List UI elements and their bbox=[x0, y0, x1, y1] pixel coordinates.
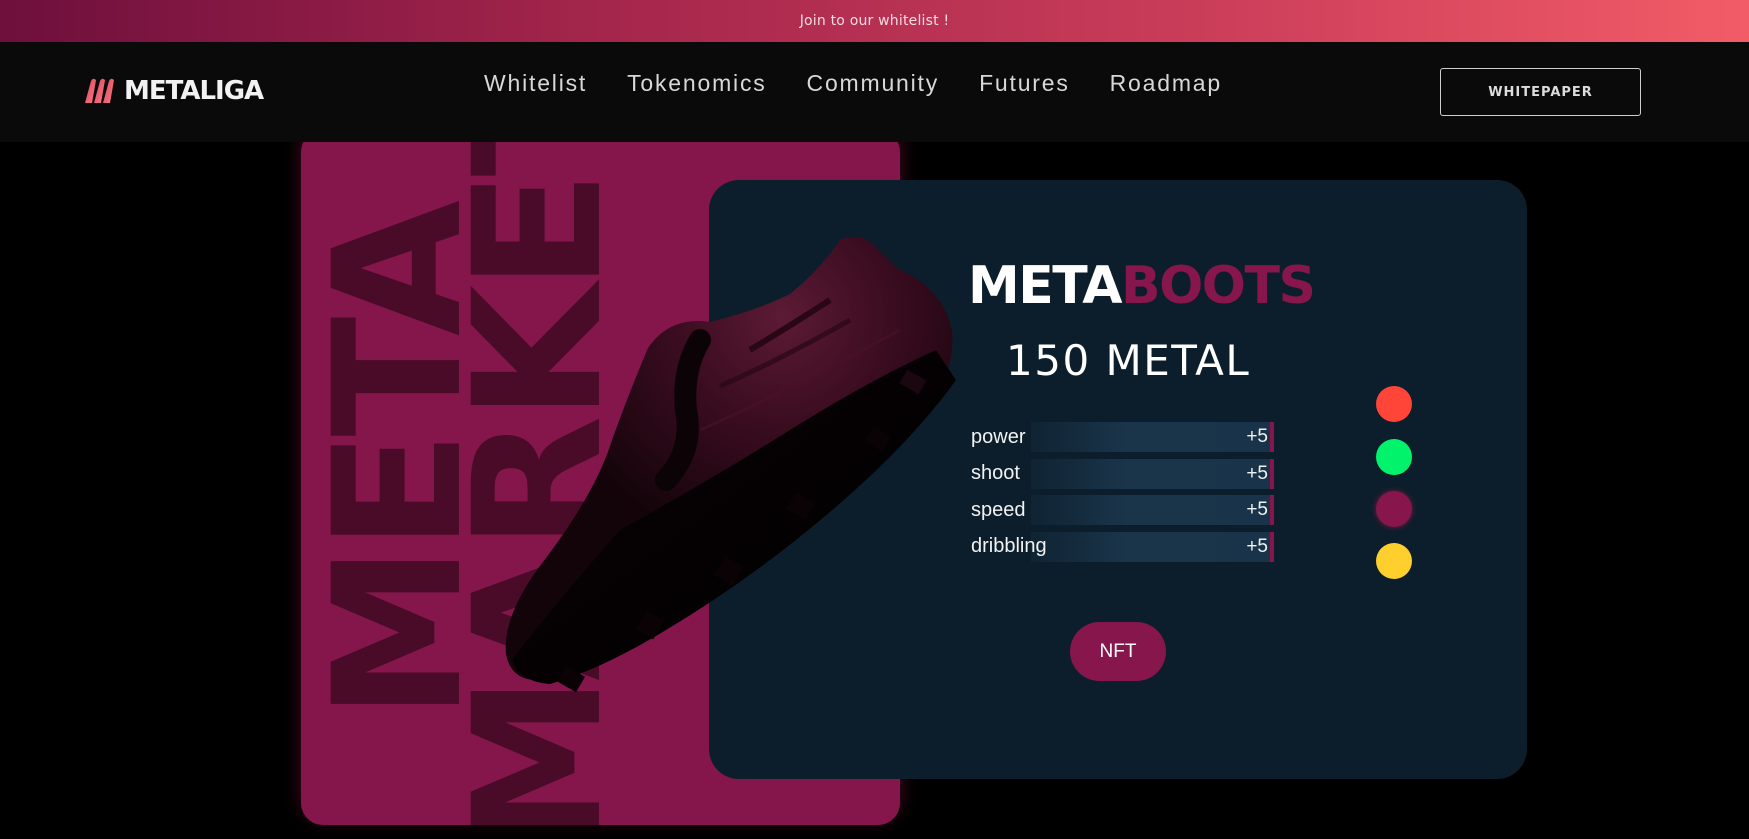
whitepaper-button[interactable]: WHITEPAPER bbox=[1440, 68, 1641, 116]
product-title-primary: META bbox=[968, 256, 1122, 316]
stat-bar bbox=[1031, 495, 1274, 525]
stat-value-shoot: +5 bbox=[1246, 462, 1268, 484]
announcement-bar[interactable]: Join to our whitelist ! bbox=[0, 0, 1749, 42]
product-title-accent: BOOTS bbox=[1120, 256, 1316, 316]
stat-bar bbox=[1031, 458, 1274, 489]
stat-value-dribbling: +5 bbox=[1246, 535, 1268, 557]
color-swatch-red[interactable] bbox=[1376, 386, 1412, 422]
nav-links: Whitelist Tokenomics Community Futures R… bbox=[484, 70, 1222, 97]
stat-row: speed +5 bbox=[971, 495, 1274, 525]
stat-row: dribbling +5 bbox=[971, 531, 1274, 562]
brand-name: METALIGA bbox=[124, 76, 264, 106]
logo-mark-icon bbox=[85, 78, 114, 103]
stat-bar bbox=[1031, 531, 1274, 562]
stat-value-power: +5 bbox=[1246, 426, 1268, 447]
nav-link-community[interactable]: Community bbox=[807, 70, 940, 97]
navbar: METALIGA Whitelist Tokenomics Community … bbox=[0, 42, 1749, 142]
logo[interactable]: METALIGA bbox=[82, 71, 264, 111]
stat-row: shoot +5 bbox=[971, 458, 1274, 489]
stat-row: power +5 bbox=[971, 422, 1274, 452]
color-swatch-yellow[interactable] bbox=[1376, 543, 1412, 579]
nav-link-futures[interactable]: Futures bbox=[979, 70, 1070, 97]
nft-button[interactable]: NFT bbox=[1070, 622, 1166, 681]
stat-value-speed: +5 bbox=[1246, 499, 1268, 520]
stat-label-speed: speed bbox=[971, 498, 1026, 521]
product-price: 150 METAL bbox=[1006, 336, 1251, 385]
nav-link-roadmap[interactable]: Roadmap bbox=[1110, 70, 1222, 97]
boot-image bbox=[505, 236, 956, 693]
nav-link-whitelist[interactable]: Whitelist bbox=[484, 70, 587, 97]
stats-list: power +5 shoot +5 speed +5 dribbling +5 bbox=[971, 422, 1274, 568]
stat-label-power: power bbox=[971, 425, 1026, 448]
stat-bar bbox=[1031, 422, 1274, 452]
stat-label-shoot: shoot bbox=[971, 462, 1020, 484]
announcement-text[interactable]: Join to our whitelist ! bbox=[800, 13, 950, 29]
color-swatch-magenta[interactable] bbox=[1376, 491, 1412, 527]
product-title: METABOOTS bbox=[968, 256, 1316, 316]
nav-link-tokenomics[interactable]: Tokenomics bbox=[627, 70, 766, 97]
color-swatch-green[interactable] bbox=[1376, 439, 1412, 475]
stat-label-dribbling: dribbling bbox=[971, 535, 1047, 557]
